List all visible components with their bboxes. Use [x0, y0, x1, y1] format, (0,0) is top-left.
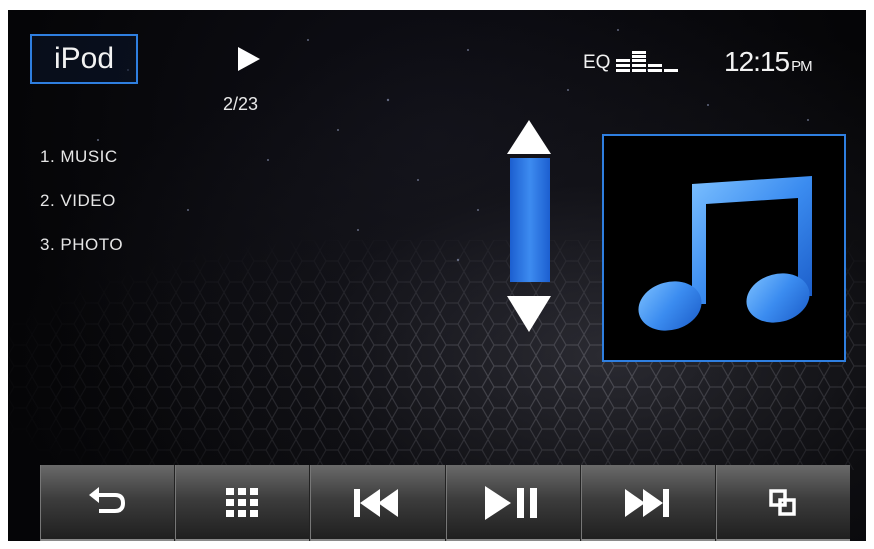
eq-button[interactable]: EQ: [583, 48, 679, 78]
source-button[interactable]: iPod: [30, 34, 138, 84]
menu-grid-button[interactable]: [175, 465, 311, 541]
clock-meridiem: PM: [791, 58, 812, 75]
window-switch-icon: [769, 489, 796, 516]
menu-item-photo[interactable]: 3. PHOTO: [40, 235, 123, 255]
play-pause-button[interactable]: [446, 465, 581, 541]
next-track-icon: [624, 489, 669, 517]
play-icon: [238, 47, 260, 71]
play-pause-icon: [484, 486, 537, 520]
back-icon: [89, 487, 126, 513]
equalizer-icon: [616, 51, 679, 72]
previous-track-icon: [354, 489, 399, 517]
menu-item-video[interactable]: 2. VIDEO: [40, 191, 116, 211]
scroll-up-arrow-icon[interactable]: [507, 120, 551, 154]
back-button[interactable]: [40, 465, 176, 541]
menu-item-music[interactable]: 1. MUSIC: [40, 147, 118, 167]
control-toolbar: [40, 465, 850, 541]
scroll-down-arrow-icon[interactable]: [507, 296, 551, 332]
next-track-button[interactable]: [581, 465, 716, 541]
scroll-thumb[interactable]: [510, 158, 550, 282]
album-art: [602, 134, 846, 362]
clock: 12:15 PM: [724, 46, 813, 78]
previous-track-button[interactable]: [310, 465, 446, 541]
menu-grid-icon: [226, 488, 259, 517]
music-note-icon: [638, 176, 812, 331]
clock-time: 12:15: [724, 46, 790, 77]
eq-label: EQ: [583, 52, 611, 73]
window-switch-button[interactable]: [716, 465, 850, 541]
track-count: 2/23: [223, 94, 259, 114]
ipod-screen: iPod 2/23 EQ 12:15 PM 1. MUSIC 2. VIDEO 3…: [8, 10, 866, 541]
